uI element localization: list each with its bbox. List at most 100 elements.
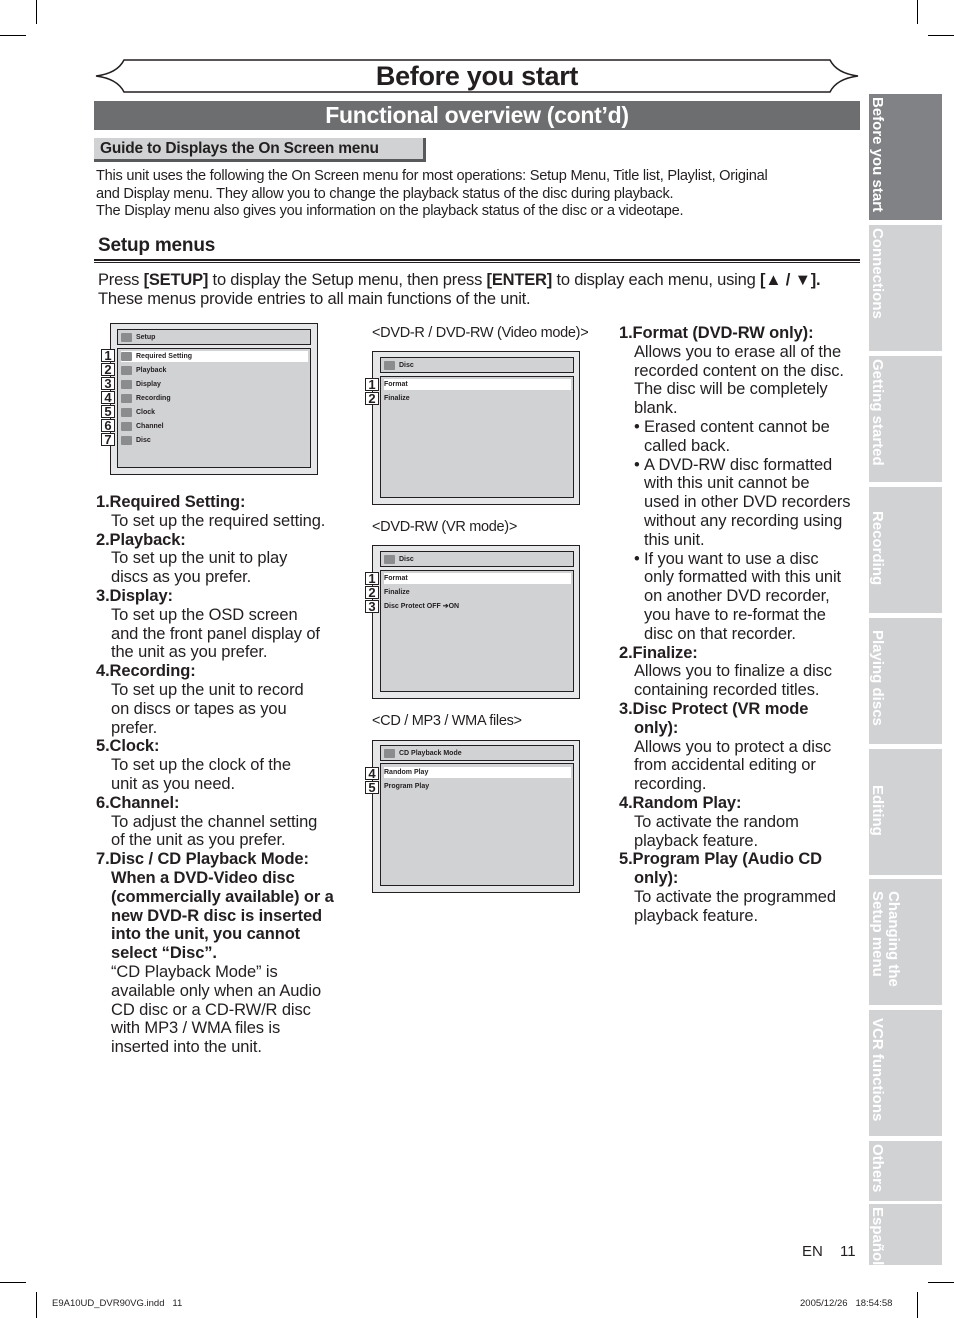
bullet-icon: •: [634, 417, 640, 436]
bullet-text: without any recording using: [644, 511, 843, 530]
clock-icon: [121, 408, 132, 417]
title-banner: Before you start: [94, 58, 860, 96]
tab-before-you-start[interactable]: Before you start: [869, 94, 942, 220]
wrench-icon: [121, 352, 132, 361]
tab-connections[interactable]: Connections: [869, 225, 942, 351]
tab-label: Recording: [869, 511, 886, 586]
tab-playing-discs[interactable]: Playing discs: [869, 618, 942, 744]
bullet-text: A DVD-RW disc formatted: [644, 455, 833, 474]
tab-label: Editing: [869, 785, 886, 836]
menu-item-label: Format: [384, 381, 408, 388]
play-icon: [121, 366, 132, 375]
crop-mark: [36, 0, 37, 24]
menu-item-format[interactable]: Format: [384, 379, 571, 390]
osd-header: CD Playback Mode: [380, 745, 574, 761]
item-text: playback feature.: [634, 906, 758, 925]
menu-item-label: Display: [136, 381, 161, 388]
menu-item-format[interactable]: Format: [384, 573, 571, 584]
menu-item-label: Finalize: [384, 589, 410, 596]
item-title: 4.Random Play:: [619, 793, 742, 812]
item-title: 1.Required Setting:: [96, 493, 246, 511]
menu-item-display[interactable]: Display: [121, 379, 308, 390]
menu-item-finalize[interactable]: Finalize: [384, 587, 571, 598]
item-text: blank.: [634, 399, 678, 418]
menu-item-random-play[interactable]: Random Play: [384, 767, 571, 778]
item-title: 3.Disc Protect (VR mode: [619, 699, 809, 718]
setup-items-description: 1.Required Setting: To set up the requir…: [96, 493, 346, 1057]
bullet-text: you have to re-format the: [644, 605, 826, 624]
menu-item-label: Disc: [136, 437, 151, 444]
tab-getting-started[interactable]: Getting started: [869, 356, 942, 482]
tab-others[interactable]: Others: [869, 1141, 942, 1201]
item-title: 6.Channel:: [96, 793, 180, 812]
menu-item-playback[interactable]: Playback: [121, 365, 308, 376]
item-text: To set up the clock of the: [111, 756, 291, 775]
menu-item-disc-protect[interactable]: Disc Protect OFF ➔ON: [384, 601, 571, 612]
item-text: To activate the programmed: [634, 887, 836, 906]
callout-number: 4: [101, 391, 115, 404]
menu-item-program-play[interactable]: Program Play: [384, 781, 571, 792]
item-title: only):: [634, 718, 679, 737]
callout-number: 7: [101, 433, 115, 446]
item-title: 5.Program Play (Audio CD: [619, 850, 822, 869]
bullet-text: only formatted with this unit: [644, 568, 842, 587]
disc-menu-video-mode: Disc Format Finalize: [372, 351, 580, 505]
item-text: containing recorded titles.: [634, 681, 820, 700]
menu-item-finalize[interactable]: Finalize: [384, 393, 571, 404]
page-language: EN: [802, 1243, 823, 1260]
menu-item-clock[interactable]: Clock: [121, 407, 308, 418]
page-title: Before you start: [375, 61, 579, 91]
callout-number: 1: [101, 349, 115, 362]
footer-timestamp: 2005/12/26 18:54:58: [800, 1298, 893, 1309]
menu-item-channel[interactable]: Channel: [121, 421, 308, 432]
item-text: of the unit as you prefer.: [111, 831, 286, 850]
crop-mark: [36, 1292, 37, 1318]
bullet-text: on another DVD recorder,: [644, 587, 830, 606]
item-text: Allows you to erase all of the: [634, 342, 842, 361]
crop-mark: [928, 35, 954, 36]
item-title: 2.Playback:: [96, 530, 186, 549]
item-text: CD disc or a CD-RW/R disc: [111, 1000, 311, 1019]
tab-label: Connections: [869, 228, 886, 319]
menu-item-disc[interactable]: Disc: [121, 435, 308, 446]
item-text: the unit as you prefer.: [111, 643, 268, 662]
tab-vcr-functions[interactable]: VCR functions: [869, 1010, 942, 1136]
press-instructions: Press [SETUP] to display the Setup menu,…: [98, 271, 858, 309]
crop-mark: [0, 1282, 26, 1283]
bullet-text: used in other DVD recorders: [644, 493, 851, 512]
bullet-icon: •: [634, 455, 640, 474]
menu-item-recording[interactable]: Recording: [121, 393, 308, 404]
item-text: To adjust the channel setting: [111, 812, 318, 831]
item-text: To activate the random: [634, 812, 799, 831]
item-note: into the unit, you cannot: [111, 925, 301, 944]
tab-recording[interactable]: Recording: [869, 487, 942, 613]
page-number: 11: [840, 1243, 856, 1260]
osd-header: Disc: [380, 357, 574, 373]
menu-item-label: Clock: [136, 409, 156, 416]
bullet-text: Erased content cannot be: [644, 417, 830, 436]
osd-body: Random Play Program Play: [380, 763, 574, 886]
cd-playback-menu: CD Playback Mode Random Play Program Pla…: [372, 740, 580, 893]
item-text: To set up the OSD screen: [111, 605, 298, 624]
tab-changing-setup-menu[interactable]: Changing the Setup menu: [869, 879, 942, 1005]
tab-label: Changing the Setup menu: [869, 891, 902, 987]
tab-espanol[interactable]: Español: [869, 1204, 942, 1265]
enter-key: [ENTER]: [486, 271, 553, 289]
item-title: only):: [634, 869, 679, 888]
intro-line: This unit uses the following the On Scre…: [96, 168, 768, 184]
disc-icon: [384, 360, 395, 370]
intro-line: and Display menu. They allow you to chan…: [96, 185, 674, 202]
crop-mark: [917, 0, 918, 24]
item-text: on discs or tapes as you: [111, 699, 287, 718]
osd-body: Format Finalize Disc Protect OFF ➔ON: [380, 570, 574, 692]
menu-item-required-setting[interactable]: Required Setting: [121, 351, 308, 362]
item-text: Allows you to protect a disc: [634, 737, 832, 756]
tab-editing[interactable]: Editing: [869, 749, 942, 875]
intro-paragraph: This unit uses the following the On Scre…: [96, 168, 856, 221]
item-text: playback feature.: [634, 831, 758, 850]
callout-number: 2: [101, 363, 115, 376]
item-title: 4.Recording:: [96, 662, 196, 681]
disc-icon: [121, 436, 132, 445]
section-title: Functional overview (cont’d): [94, 101, 860, 130]
setup-key: [SETUP]: [143, 271, 209, 289]
